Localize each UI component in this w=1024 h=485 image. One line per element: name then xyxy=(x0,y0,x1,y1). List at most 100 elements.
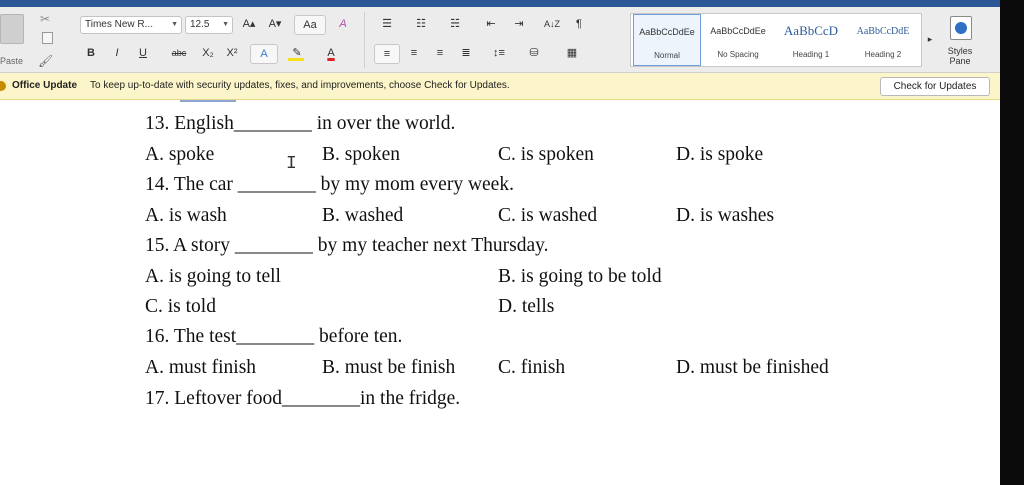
style-heading-1[interactable]: AaBbCcD Heading 1 xyxy=(777,14,845,66)
font-name-select[interactable]: Times New R... ▼ xyxy=(80,16,182,34)
italic-button[interactable]: I xyxy=(108,44,126,62)
question-17[interactable]: 17. Leftover food________in the fridge. xyxy=(145,387,460,411)
align-left-icon: ≡ xyxy=(383,48,391,60)
styles-pane-label: Styles Pane xyxy=(947,46,973,66)
question-15[interactable]: 15. A story ________ by my teacher next … xyxy=(145,234,548,258)
increase-indent-icon: ⇥ xyxy=(514,18,524,30)
multilevel-list-button[interactable]: ☵ xyxy=(442,15,468,33)
style-heading-2[interactable]: AaBbCcDdE Heading 2 xyxy=(849,14,917,66)
option-13-a[interactable]: A. spoke xyxy=(145,143,214,167)
font-name-value: Times New R... xyxy=(85,19,153,30)
option-13-b[interactable]: B. spoken xyxy=(322,143,400,167)
option-15-b[interactable]: B. is going to be told xyxy=(498,265,662,289)
multilevel-list-icon: ☵ xyxy=(450,18,460,30)
styles-pane-button[interactable]: Styles Pane xyxy=(942,14,978,68)
option-14-b[interactable]: B. washed xyxy=(322,204,403,228)
option-13-d[interactable]: D. is spoke xyxy=(676,143,763,167)
question-16[interactable]: 16. The test________ before ten. xyxy=(145,325,402,349)
document-page[interactable]: 13. English________ in over the world. A… xyxy=(0,100,1000,485)
font-size-select[interactable]: 12.5 ▼ xyxy=(185,16,233,34)
style-sample: AaBbCcDdEe xyxy=(639,27,695,37)
style-normal[interactable]: AaBbCcDdEe Normal xyxy=(633,14,701,66)
bold-button[interactable]: B xyxy=(82,44,100,62)
font-color-button[interactable]: A xyxy=(318,44,344,62)
increase-indent-button[interactable]: ⇥ xyxy=(508,15,530,33)
style-sample: AaBbCcD xyxy=(783,23,839,38)
underline-button[interactable]: U xyxy=(134,44,152,62)
update-title: Office Update xyxy=(12,80,78,91)
styles-gallery: AaBbCcDdEe Normal AaBbCcDdEe No Spacing … xyxy=(630,13,922,67)
align-right-button[interactable]: ≡ xyxy=(428,44,452,62)
option-16-c[interactable]: C. finish xyxy=(498,356,565,380)
decrease-indent-icon: ⇤ xyxy=(486,18,496,30)
align-left-button[interactable]: ≡ xyxy=(374,44,400,64)
highlight-button[interactable]: ✎ xyxy=(284,44,310,62)
question-13[interactable]: 13. English________ in over the world. xyxy=(145,112,455,136)
ribbon: Paste ✂ 🖌 Times New R... ▼ 12.5 ▼ A▴ A▾ … xyxy=(0,0,1024,73)
style-name: No Spacing xyxy=(717,50,759,59)
update-message: To keep up-to-date with security updates… xyxy=(90,80,510,91)
bullet-list-icon: ☰ xyxy=(382,18,392,30)
line-spacing-button[interactable]: ↕≡ xyxy=(484,44,514,62)
subscript-button[interactable]: X₂ xyxy=(198,44,218,62)
info-icon xyxy=(0,81,6,91)
option-13-c[interactable]: C. is spoken xyxy=(498,143,594,167)
shrink-font-button[interactable]: A▾ xyxy=(264,15,286,33)
change-case-button[interactable]: Aa xyxy=(294,15,326,35)
show-formatting-button[interactable]: ¶ xyxy=(570,15,588,33)
clipboard-group: Paste ✂ 🖌 xyxy=(0,10,60,70)
style-name: Normal xyxy=(654,51,680,60)
styles-pane-icon xyxy=(950,16,972,40)
office-update-bar: Office Update To keep up-to-date with se… xyxy=(0,73,1000,100)
ribbon-tab-strip xyxy=(0,0,1024,7)
line-spacing-icon: ↕≡ xyxy=(493,47,505,59)
style-no-spacing[interactable]: AaBbCcDdEe No Spacing xyxy=(704,14,772,66)
borders-button[interactable]: ▦ xyxy=(556,44,588,62)
option-14-d[interactable]: D. is washes xyxy=(676,204,774,228)
style-sample: AaBbCcDdE xyxy=(856,26,910,37)
option-16-a[interactable]: A. must finish xyxy=(145,356,256,380)
style-name: Heading 2 xyxy=(864,50,902,59)
chevron-down-icon: ▼ xyxy=(222,21,229,28)
text-cursor-icon: I xyxy=(286,154,297,174)
justify-button[interactable]: ≣ xyxy=(454,44,478,62)
option-16-d[interactable]: D. must be finished xyxy=(676,356,829,380)
numbering-button[interactable]: ☷ xyxy=(408,15,434,33)
sort-button[interactable]: A↓Z xyxy=(540,15,564,33)
highlight-color-swatch xyxy=(288,58,304,61)
paint-bucket-icon: ⛁ xyxy=(529,47,539,59)
strikethrough-button[interactable]: abc xyxy=(166,44,192,62)
option-16-b[interactable]: B. must be finish xyxy=(322,356,455,380)
format-painter-icon[interactable]: 🖌 xyxy=(38,54,53,68)
bullets-button[interactable]: ☰ xyxy=(374,15,400,33)
align-center-icon: ≡ xyxy=(410,47,418,59)
style-name: Heading 1 xyxy=(792,50,830,59)
paste-icon[interactable] xyxy=(0,14,24,44)
numbered-list-icon: ☷ xyxy=(416,18,426,30)
text-effects-button[interactable]: A xyxy=(250,44,278,64)
cut-icon[interactable]: ✂ xyxy=(40,12,50,26)
option-15-a[interactable]: A. is going to tell xyxy=(145,265,281,289)
paste-label[interactable]: Paste xyxy=(0,56,23,66)
option-14-a[interactable]: A. is wash xyxy=(145,204,227,228)
superscript-button[interactable]: X² xyxy=(222,44,242,62)
question-14[interactable]: 14. The car ________ by my mom every wee… xyxy=(145,173,514,197)
selection-marker xyxy=(180,100,236,102)
style-sample: AaBbCcDdEe xyxy=(710,26,766,36)
copy-icon[interactable] xyxy=(42,32,53,44)
decrease-indent-button[interactable]: ⇤ xyxy=(480,15,502,33)
option-14-c[interactable]: C. is washed xyxy=(498,204,597,228)
gallery-more-button[interactable]: ▸ xyxy=(924,30,936,48)
shading-button[interactable]: ⛁ xyxy=(520,44,548,62)
justify-icon: ≣ xyxy=(461,47,471,59)
font-size-value: 12.5 xyxy=(190,19,210,30)
option-15-d[interactable]: D. tells xyxy=(498,295,554,319)
align-right-icon: ≡ xyxy=(436,47,444,59)
ribbon-divider xyxy=(364,12,365,68)
chevron-down-icon: ▼ xyxy=(171,21,178,28)
clear-formatting-button[interactable]: A xyxy=(332,15,354,33)
check-for-updates-button[interactable]: Check for Updates xyxy=(880,77,990,96)
option-15-c[interactable]: C. is told xyxy=(145,295,216,319)
align-center-button[interactable]: ≡ xyxy=(402,44,426,62)
grow-font-button[interactable]: A▴ xyxy=(238,15,260,33)
